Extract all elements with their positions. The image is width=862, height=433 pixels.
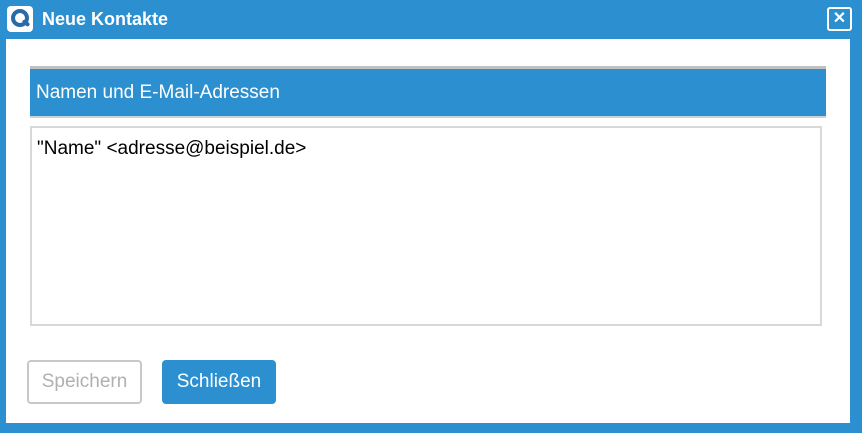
title-bar[interactable]: Neue Kontakte ✕ bbox=[0, 0, 862, 38]
section-header-label: Namen und E-Mail-Adressen bbox=[36, 82, 280, 103]
dialog-content: Namen und E-Mail-Adressen "Name" <adress… bbox=[6, 39, 850, 423]
close-icon[interactable]: ✕ bbox=[827, 7, 852, 31]
close-button[interactable]: Schließen bbox=[162, 360, 276, 404]
dialog-window: Neue Kontakte ✕ Namen und E-Mail-Adresse… bbox=[0, 0, 862, 433]
section-header: Namen und E-Mail-Adressen bbox=[30, 66, 826, 118]
contacts-textarea[interactable]: "Name" <adresse@beispiel.de> bbox=[30, 126, 822, 326]
save-button[interactable]: Speichern bbox=[27, 360, 142, 404]
window-title: Neue Kontakte bbox=[42, 9, 169, 29]
q-logo-icon bbox=[7, 6, 33, 32]
